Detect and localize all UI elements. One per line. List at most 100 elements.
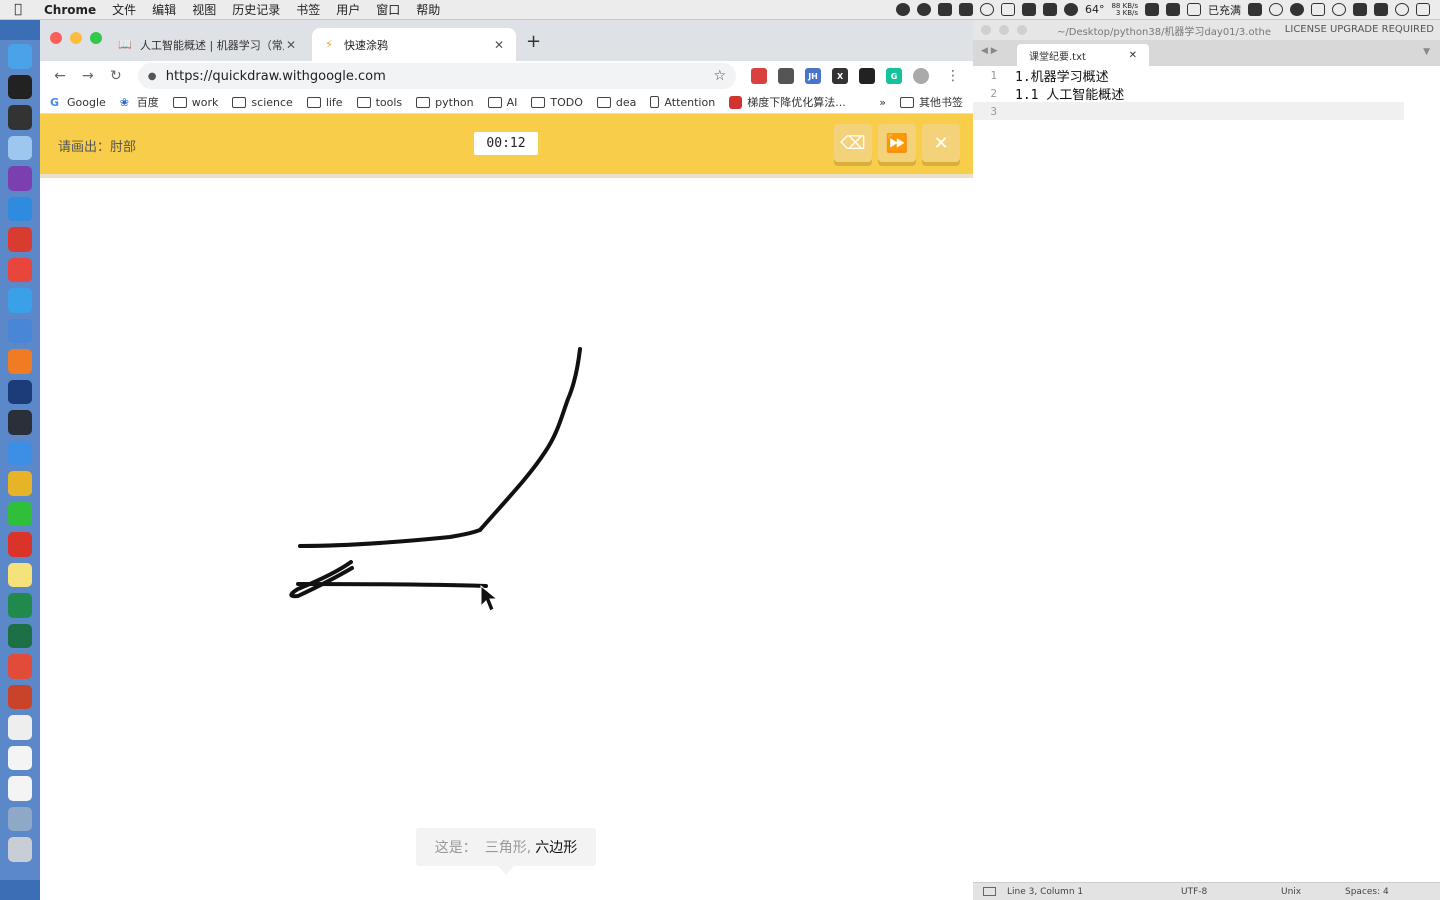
file-encoding[interactable]: UTF-8 bbox=[1181, 887, 1281, 897]
obs-icon[interactable] bbox=[8, 105, 32, 130]
tab-dropdown-icon[interactable]: ▼ bbox=[1423, 47, 1430, 57]
menu-window[interactable]: 窗口 bbox=[368, 1, 408, 18]
status-volume-icon[interactable] bbox=[1353, 3, 1367, 16]
zoom-window-button[interactable] bbox=[90, 32, 102, 44]
status-wifi-icon[interactable] bbox=[1332, 3, 1346, 16]
menu-bookmarks[interactable]: 书签 bbox=[288, 1, 328, 18]
file-icon[interactable] bbox=[8, 745, 32, 770]
more-menu-icon[interactable]: ⋮ bbox=[941, 68, 965, 84]
status-battery-text[interactable]: 已充满 bbox=[1208, 2, 1241, 18]
terminal-icon[interactable] bbox=[8, 74, 32, 99]
status-timer-icon[interactable] bbox=[979, 3, 994, 16]
menu-history[interactable]: 历史记录 bbox=[224, 1, 288, 18]
new-tab-button[interactable]: + bbox=[526, 31, 541, 52]
status-music-icon[interactable] bbox=[958, 3, 973, 16]
excel-icon[interactable] bbox=[8, 623, 32, 648]
pycharm-icon[interactable] bbox=[8, 593, 32, 618]
wps-icon[interactable] bbox=[8, 227, 32, 252]
wechat-icon[interactable] bbox=[8, 501, 32, 526]
lock-icon[interactable]: ● bbox=[148, 71, 158, 82]
bookmark-item[interactable]: dea bbox=[596, 94, 636, 110]
sublime-tab[interactable]: 课堂纪要.txt ✕ bbox=[1017, 44, 1149, 66]
grammarly-icon[interactable]: G bbox=[886, 68, 903, 84]
bookmark-item[interactable]: python bbox=[416, 94, 474, 110]
bookmark-ribbon-icon[interactable] bbox=[778, 68, 795, 84]
status-app-icon[interactable] bbox=[895, 3, 910, 16]
onenote-icon[interactable] bbox=[8, 166, 32, 191]
status-circle-icon[interactable] bbox=[1395, 3, 1409, 16]
ext-red-icon[interactable] bbox=[751, 68, 768, 84]
maps-icon[interactable] bbox=[8, 196, 32, 221]
menu-view[interactable]: 视图 bbox=[184, 1, 224, 18]
status-net-speed[interactable]: 88 KB/s 3 KB/s bbox=[1111, 2, 1138, 17]
bookmarks-overflow-button[interactable]: » bbox=[879, 96, 886, 109]
app-store-icon[interactable] bbox=[8, 135, 32, 160]
skip-button[interactable]: ⏩ bbox=[878, 124, 916, 162]
status-input-method-icon[interactable] bbox=[1042, 3, 1057, 16]
tab-close-icon[interactable]: ✕ bbox=[492, 38, 506, 52]
url-text[interactable]: https://quickdraw.withgoogle.com bbox=[166, 69, 714, 84]
jh-icon[interactable]: JH bbox=[805, 68, 822, 84]
chrome-icon[interactable] bbox=[8, 471, 32, 496]
bookmark-item[interactable]: work bbox=[172, 94, 218, 110]
tab-quickdraw[interactable]: ⚡ 快速涂鸦 ✕ bbox=[312, 28, 516, 61]
pen-app-icon[interactable] bbox=[8, 288, 32, 313]
status-bluetooth-icon[interactable] bbox=[1166, 3, 1180, 16]
minimize-window-button[interactable] bbox=[70, 32, 82, 44]
status-search-icon[interactable] bbox=[1269, 3, 1283, 16]
profile-avatar-icon[interactable] bbox=[913, 68, 930, 84]
star-icon[interactable]: ☆ bbox=[713, 68, 726, 84]
panel-toggle-icon[interactable] bbox=[983, 887, 996, 896]
menu-file[interactable]: 文件 bbox=[104, 1, 144, 18]
quicktime-icon[interactable] bbox=[8, 379, 32, 404]
sublime-minimize-button[interactable] bbox=[999, 25, 1009, 35]
forward-icon[interactable]: → bbox=[76, 68, 100, 84]
bookmark-item[interactable]: G Google bbox=[50, 94, 106, 110]
drawing-canvas[interactable]: 这是： 三角形, 六边形 bbox=[40, 178, 973, 900]
netease-music-icon[interactable] bbox=[8, 532, 32, 557]
bookmark-item[interactable]: tools bbox=[356, 94, 402, 110]
menu-help[interactable]: 帮助 bbox=[408, 1, 448, 18]
incognito-ext-icon[interactable] bbox=[859, 68, 876, 84]
document-icon[interactable] bbox=[8, 715, 32, 740]
close-game-button[interactable]: ✕ bbox=[922, 124, 960, 162]
sublime-close-button[interactable] bbox=[981, 25, 991, 35]
menu-edit[interactable]: 编辑 bbox=[144, 1, 184, 18]
notes-icon[interactable] bbox=[8, 562, 32, 587]
status-clipboard-icon[interactable] bbox=[1000, 3, 1015, 16]
bookmark-item[interactable]: ❀ 百度 bbox=[120, 94, 159, 110]
menu-user[interactable]: 用户 bbox=[328, 1, 368, 18]
xmind-icon[interactable] bbox=[8, 654, 32, 679]
license-notice[interactable]: LICENSE UPGRADE REQUIRED bbox=[1285, 24, 1434, 35]
bookmark-item[interactable]: life bbox=[306, 94, 343, 110]
safari-icon[interactable] bbox=[8, 440, 32, 465]
bookmark-item[interactable]: science bbox=[232, 94, 293, 110]
trash-icon[interactable] bbox=[8, 837, 32, 862]
finder-icon[interactable] bbox=[8, 44, 32, 69]
status-upload-icon[interactable] bbox=[916, 3, 931, 16]
status-notes-icon[interactable] bbox=[1021, 3, 1036, 16]
tab-ai-overview[interactable]: 📖 人工智能概述 | 机器学习（常用... ✕ bbox=[108, 28, 308, 61]
x-ext-icon[interactable]: X bbox=[832, 68, 849, 84]
other-bookmarks[interactable]: 其他书签 bbox=[900, 94, 963, 110]
window-manager-icon[interactable] bbox=[8, 318, 32, 343]
bookmark-item[interactable]: Attention bbox=[650, 94, 715, 110]
clear-drawing-button[interactable]: ⌫ bbox=[834, 124, 872, 162]
screen-icon[interactable] bbox=[8, 806, 32, 831]
bookmark-item[interactable]: AI bbox=[487, 94, 517, 110]
status-cloud-icon[interactable] bbox=[937, 3, 952, 16]
powerpoint-icon[interactable] bbox=[8, 684, 32, 709]
apple-menu-icon[interactable]:  bbox=[0, 2, 36, 17]
indentation[interactable]: Spaces: 4 bbox=[1345, 887, 1435, 897]
notification-center-icon[interactable] bbox=[1416, 3, 1430, 16]
text-editor[interactable]: 1 1.机器学习概述 2 1.1 人工智能概述 3 bbox=[973, 66, 1440, 882]
tab-close-icon[interactable]: ✕ bbox=[284, 38, 298, 52]
close-window-button[interactable] bbox=[50, 32, 62, 44]
back-icon[interactable]: ← bbox=[48, 68, 72, 84]
line-endings[interactable]: Unix bbox=[1281, 887, 1345, 897]
sublime-tab-close-icon[interactable]: ✕ bbox=[1129, 50, 1137, 61]
reload-icon[interactable]: ↻ bbox=[104, 68, 128, 84]
bookmark-item[interactable]: 梯度下降优化算法... bbox=[729, 94, 846, 110]
git-client-icon[interactable] bbox=[8, 257, 32, 282]
activity-monitor-icon[interactable] bbox=[8, 410, 32, 435]
